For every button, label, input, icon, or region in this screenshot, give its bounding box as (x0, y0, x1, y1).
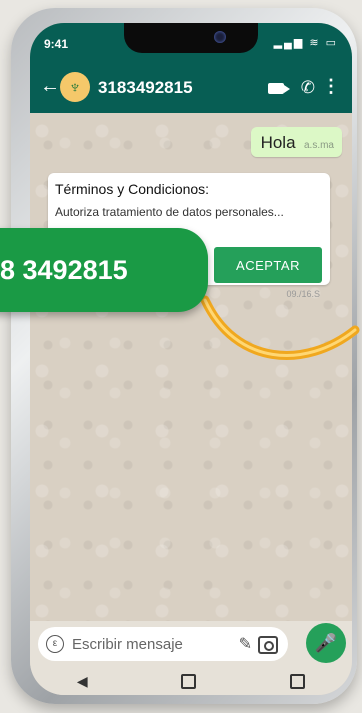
message-input[interactable]: ε Escribir mensaje ✎ (38, 627, 288, 661)
phone-number-badge: 8 3492815 (0, 228, 208, 312)
back-arrow-icon[interactable]: ← (40, 76, 60, 96)
nav-home-icon[interactable] (181, 673, 197, 689)
badge-phone-number: 8 3492815 (0, 254, 128, 285)
nav-back-icon[interactable]: ◀ (77, 673, 88, 690)
more-options-icon[interactable]: ⋮ (322, 76, 340, 97)
accept-button[interactable]: ACEPTAR (214, 247, 322, 283)
camera-icon[interactable] (258, 636, 278, 654)
outgoing-message-text: Hola (260, 133, 296, 152)
mic-button[interactable]: 🎤 (306, 623, 346, 663)
avatar-logo-icon: ♆ (68, 76, 82, 97)
system-navbar: ◀ (30, 667, 352, 695)
terms-title: Términos y Condicionos: (55, 181, 210, 197)
video-call-icon[interactable] (268, 83, 290, 94)
outgoing-message: Hola a.s.ma (250, 127, 342, 157)
emoji-icon[interactable]: ε (46, 635, 64, 653)
front-camera (214, 31, 226, 43)
outgoing-message-time: a.s.ma (303, 140, 334, 151)
status-icons: ▂▄▆ ≋ ▭ (273, 37, 338, 49)
notch (124, 23, 258, 53)
attach-icon[interactable]: ✎ (239, 634, 252, 654)
curved-arrow-icon (200, 295, 360, 360)
message-placeholder: Escribir mensaje (72, 636, 183, 653)
mic-icon: 🎤 (314, 632, 338, 653)
nav-recents-icon[interactable] (290, 673, 306, 689)
status-time: 9:41 (44, 37, 69, 51)
phone-call-icon[interactable]: ✆ (301, 78, 315, 98)
input-bar: ε Escribir mensaje ✎ 🎤 ◀ (30, 621, 352, 695)
contact-name[interactable]: 3183492815 (98, 78, 193, 98)
terms-body: Autoriza tratamiento de datos personales… (55, 205, 284, 219)
avatar[interactable]: ♆ (60, 72, 90, 102)
